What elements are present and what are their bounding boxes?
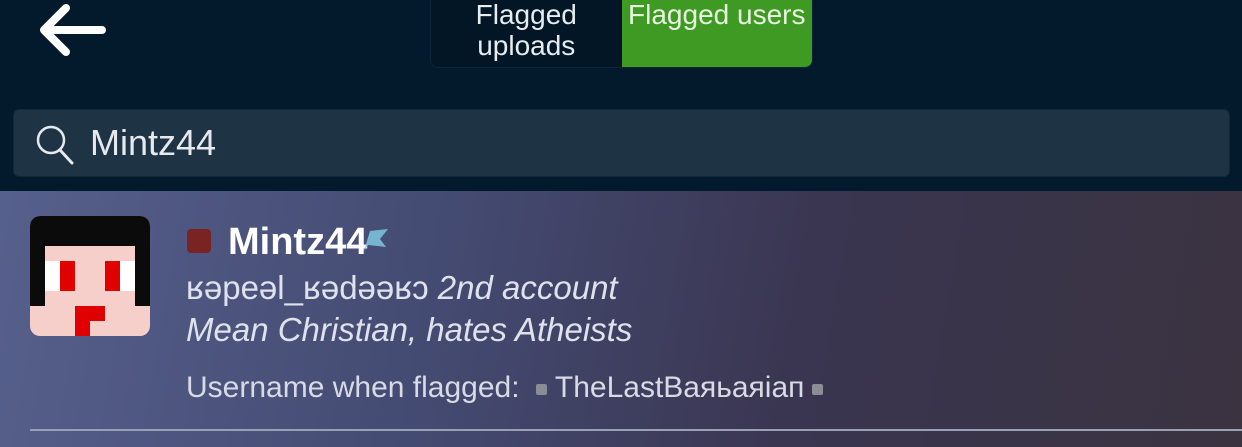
divider xyxy=(30,429,1242,431)
alt-account-suffix: 2nd account xyxy=(428,269,618,306)
user-name: Mintz44 xyxy=(228,221,368,263)
avatar xyxy=(30,216,150,336)
status-badge xyxy=(187,229,211,253)
search-input[interactable]: Mintz44 xyxy=(13,109,1230,177)
square-icon xyxy=(812,383,824,395)
user-description: ʁəpeəl_ʁədəəʁɔ 2nd account xyxy=(186,269,618,307)
header: Flagged uploads Flagged users Mintz44 xyxy=(0,0,1242,190)
search-icon xyxy=(36,125,74,165)
flagged-label: Username when flagged: xyxy=(186,371,520,404)
arrow-left-icon xyxy=(40,4,106,56)
flagged-username: TheLastBaяьaяiaп xyxy=(554,371,805,404)
tab-flagged-uploads[interactable]: Flagged uploads xyxy=(431,0,622,67)
back-button[interactable] xyxy=(36,2,108,58)
list-item[interactable]: Mintz44 ʁəpeəl_ʁədəəʁɔ 2nd account Mean … xyxy=(0,191,1242,447)
user-note: Mean Christian, hates Atheists xyxy=(186,311,633,348)
alt-account-name: ʁəpeəl_ʁədəəʁɔ xyxy=(186,269,429,306)
segmented-control: Flagged uploads Flagged users xyxy=(430,0,813,68)
flag-icon xyxy=(364,229,388,251)
flagged-username-line: Username when flagged: TheLastBaяьaяiaп xyxy=(186,371,831,405)
search-query[interactable]: Mintz44 xyxy=(90,122,216,164)
tab-flagged-users[interactable]: Flagged users xyxy=(621,0,812,67)
square-icon xyxy=(535,383,547,395)
